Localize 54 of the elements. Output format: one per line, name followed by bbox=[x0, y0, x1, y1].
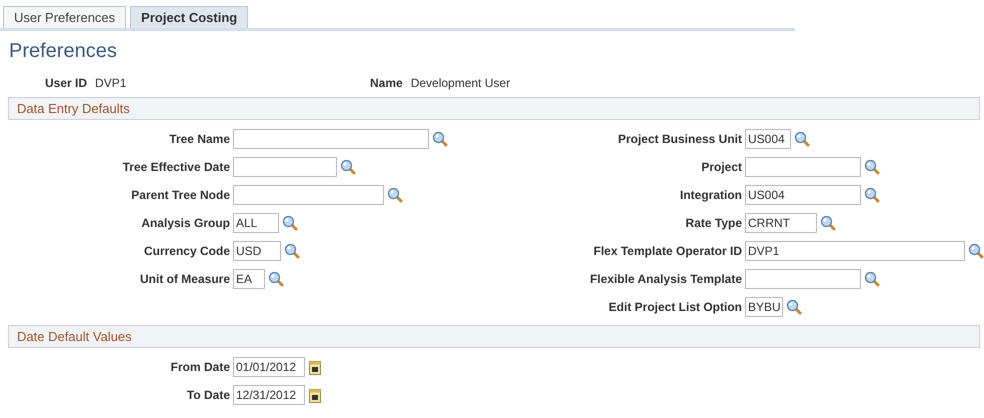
input-field[interactable]: 12/31/2012 bbox=[233, 385, 305, 405]
field-label: To Date bbox=[186, 387, 231, 404]
input-field[interactable]: USD bbox=[233, 241, 281, 261]
search-icon[interactable] bbox=[432, 131, 448, 147]
input-field[interactable] bbox=[233, 157, 337, 177]
field-value: DVP1 bbox=[95, 75, 126, 92]
field-label: User ID bbox=[45, 75, 88, 92]
calendar-icon[interactable] bbox=[309, 360, 321, 375]
search-icon[interactable] bbox=[284, 243, 300, 259]
field-label: Flex Template Operator ID bbox=[592, 243, 743, 260]
search-icon[interactable] bbox=[968, 243, 984, 259]
field-label: Analysis Group bbox=[140, 215, 231, 232]
field-label: From Date bbox=[170, 359, 231, 376]
search-icon[interactable] bbox=[340, 159, 356, 175]
field-value: Development User bbox=[410, 75, 510, 92]
field-label: Tree Name bbox=[168, 131, 231, 148]
search-icon[interactable] bbox=[387, 187, 403, 203]
search-icon[interactable] bbox=[786, 299, 802, 315]
field-label: Unit of Measure bbox=[138, 271, 231, 288]
search-icon[interactable] bbox=[794, 131, 810, 147]
search-icon[interactable] bbox=[268, 271, 284, 287]
field-label: Name bbox=[370, 75, 403, 92]
input-field[interactable]: EA bbox=[233, 269, 265, 289]
field-label: Project Business Unit bbox=[616, 131, 743, 148]
input-field[interactable]: DVP1 bbox=[745, 241, 965, 261]
section-header: Data Entry Defaults bbox=[8, 97, 980, 120]
tab[interactable]: Project Costing bbox=[130, 6, 248, 28]
field-label: Project bbox=[700, 159, 743, 176]
input-field[interactable]: ALL bbox=[233, 213, 279, 233]
page-title: Preferences bbox=[9, 39, 118, 63]
input-field[interactable] bbox=[233, 129, 429, 149]
search-icon[interactable] bbox=[282, 215, 298, 231]
input-field[interactable] bbox=[233, 185, 384, 205]
input-field[interactable] bbox=[745, 157, 861, 177]
tab[interactable]: User Preferences bbox=[3, 6, 126, 28]
field-label: Integration bbox=[679, 187, 743, 204]
search-icon[interactable] bbox=[864, 187, 880, 203]
field-label: Flexible Analysis Template bbox=[588, 271, 743, 288]
input-field[interactable]: 01/01/2012 bbox=[233, 357, 305, 377]
field-label: Currency Code bbox=[142, 243, 231, 260]
calendar-icon[interactable] bbox=[309, 388, 321, 403]
search-icon[interactable] bbox=[864, 271, 880, 287]
input-field[interactable]: BYBU bbox=[745, 297, 783, 317]
search-icon[interactable] bbox=[864, 159, 880, 175]
input-field[interactable] bbox=[745, 269, 861, 289]
input-field[interactable]: US004 bbox=[745, 185, 861, 205]
search-icon[interactable] bbox=[820, 215, 836, 231]
field-label: Tree Effective Date bbox=[122, 159, 231, 176]
section-header: Date Default Values bbox=[8, 325, 980, 348]
field-label: Edit Project List Option bbox=[608, 299, 743, 316]
field-label: Rate Type bbox=[684, 215, 743, 232]
input-field[interactable]: US004 bbox=[745, 129, 791, 149]
field-label: Parent Tree Node bbox=[130, 187, 231, 204]
input-field[interactable]: CRRNT bbox=[745, 213, 817, 233]
